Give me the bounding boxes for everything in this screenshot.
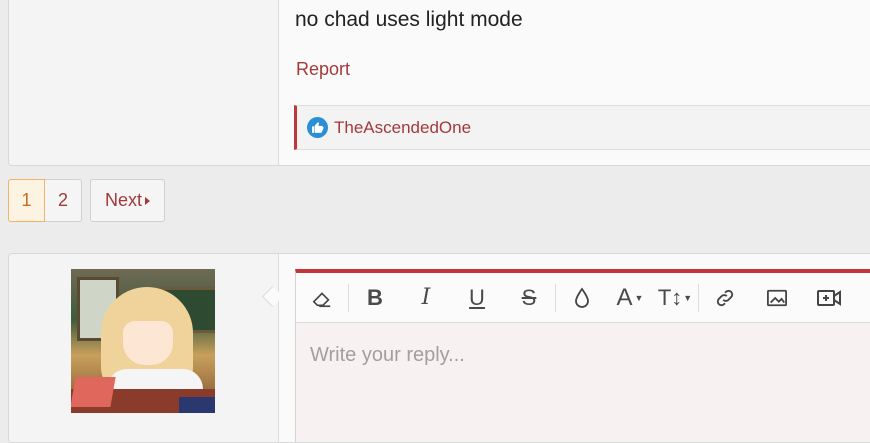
report-link[interactable]: Report [296, 59, 350, 80]
font-size-icon[interactable]: T↕ ▼ [652, 273, 698, 322]
eraser-icon[interactable] [296, 273, 348, 322]
reactor-name-link[interactable]: TheAscendedOne [334, 118, 471, 138]
underline-icon[interactable]: U [451, 273, 503, 322]
post-user-column [9, 0, 279, 165]
reactions-bar: TheAscendedOne [294, 105, 870, 150]
next-page-button[interactable]: Next [90, 179, 165, 222]
thumbs-up-icon [307, 117, 328, 138]
link-icon[interactable] [699, 273, 751, 322]
reply-textarea[interactable]: Write your reply... [296, 323, 870, 442]
page-2-button[interactable]: 2 [45, 179, 82, 222]
reply-placeholder: Write your reply... [310, 344, 465, 366]
reply-editor: B I U S A ▼ T↕ ▼ Write your reply... [295, 269, 870, 442]
avatar[interactable] [71, 269, 215, 413]
font-family-icon[interactable]: A ▼ [608, 273, 652, 322]
video-icon[interactable] [803, 273, 855, 322]
post-container: no chad uses light mode Report TheAscend… [8, 0, 870, 166]
post-message: no chad uses light mode [295, 8, 523, 31]
strikethrough-icon[interactable]: S [503, 273, 555, 322]
page-1-button[interactable]: 1 [8, 179, 45, 222]
quick-reply-container: B I U S A ▼ T↕ ▼ Write your reply... [8, 253, 870, 443]
image-icon[interactable] [751, 273, 803, 322]
caret-right-icon [145, 196, 150, 205]
next-label: Next [104, 190, 142, 210]
italic-icon[interactable]: I [401, 273, 451, 322]
reply-user-column [9, 254, 279, 442]
bold-icon[interactable]: B [349, 273, 401, 322]
text-color-icon[interactable] [556, 273, 608, 322]
editor-toolbar: B I U S A ▼ T↕ ▼ [296, 273, 870, 323]
pagination: 1 2 Next [8, 179, 165, 222]
